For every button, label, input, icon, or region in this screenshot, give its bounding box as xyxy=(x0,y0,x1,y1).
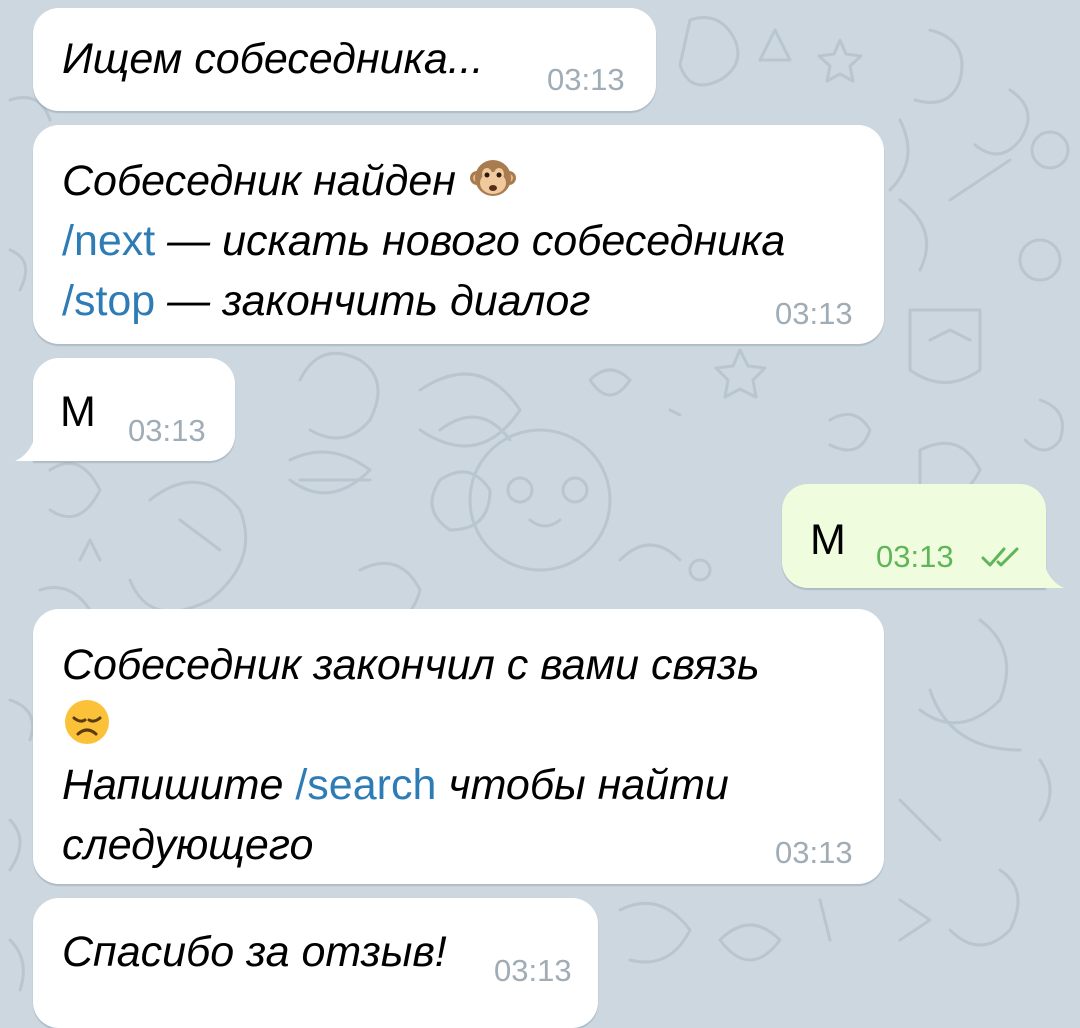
message-line-text: — закончить диалог xyxy=(155,277,591,325)
bubble-tail xyxy=(15,437,35,461)
incoming-message-m[interactable]: М 03:13 xyxy=(15,358,235,461)
message-line-3: Напишите /search чтобы найти xyxy=(62,755,760,815)
incoming-message-partner-left[interactable]: Собеседник закончил с вами связь Напишит… xyxy=(33,609,884,884)
command-link-search[interactable]: /search xyxy=(295,761,436,809)
message-line-2 xyxy=(62,695,760,755)
incoming-message-searching[interactable]: Ищем собеседника... 03:13 xyxy=(33,8,656,111)
outgoing-message-m[interactable]: М 03:13 xyxy=(782,484,1064,588)
message-line-3: /stop — закончить диалог xyxy=(62,271,785,331)
monkey-face-icon xyxy=(469,160,516,196)
message-line-text: Напишите xyxy=(62,761,296,809)
message-line-text: — искать нового собеседника xyxy=(155,217,786,265)
message-line-text: Собеседник найден xyxy=(62,157,456,205)
message-line-2: /next — искать нового собеседника xyxy=(62,211,785,271)
message-text: М xyxy=(810,516,846,564)
message-time: 03:13 xyxy=(876,539,954,574)
message-line-1: Собеседник закончил с вами связь xyxy=(62,641,760,689)
message-text: Спасибо за отзыв! xyxy=(62,928,447,976)
bubble-tail xyxy=(1044,564,1064,588)
message-time: 03:13 xyxy=(494,953,572,988)
message-time: 03:13 xyxy=(128,413,206,448)
message-text: Ищем собеседника... xyxy=(62,35,484,83)
double-check-icon xyxy=(981,547,1019,567)
incoming-message-partner-found[interactable]: Собеседник найден /next — искать нового … xyxy=(33,125,884,344)
message-line-4: следующего xyxy=(62,821,314,869)
command-link-stop[interactable]: /stop xyxy=(62,277,155,325)
disappointed-face-icon xyxy=(65,700,109,744)
message-time: 03:13 xyxy=(775,296,853,331)
message-text: Собеседник закончил с вами связь Напишит… xyxy=(62,635,760,875)
message-time: 03:13 xyxy=(775,835,853,870)
incoming-message-thanks[interactable]: Спасибо за отзыв! 03:13 xyxy=(33,898,598,1028)
message-time: 03:13 xyxy=(547,62,625,97)
message-text: Собеседник найден /next — искать нового … xyxy=(62,151,785,331)
message-text: М xyxy=(60,388,96,436)
command-link-next[interactable]: /next xyxy=(62,217,155,265)
message-line-text: чтобы найти xyxy=(436,761,729,809)
message-line-1: Собеседник найден xyxy=(62,151,785,211)
